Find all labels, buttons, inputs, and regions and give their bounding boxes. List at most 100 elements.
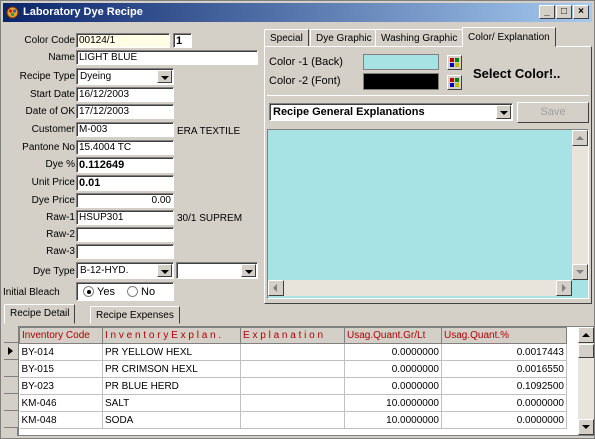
cell-usage-pct[interactable]: 0.0000000 — [441, 394, 567, 412]
cell-explanation[interactable] — [240, 411, 345, 429]
explanation-memo[interactable] — [267, 129, 589, 299]
row-selector[interactable] — [4, 411, 18, 428]
color-explanation-panel: Color -1 (Back) Color -2 (Font) Select C… — [264, 46, 592, 304]
grid-vertical-scrollbar[interactable] — [578, 327, 594, 435]
cell-usage-pct[interactable]: 0.0016550 — [441, 360, 567, 378]
scroll-right-arrow-icon[interactable] — [556, 280, 572, 296]
cell-inventory-explanation[interactable]: SALT — [102, 394, 241, 412]
date-ok-input[interactable]: 17/12/2003 — [76, 104, 174, 119]
memo-vertical-scrollbar[interactable] — [572, 130, 588, 280]
tab-recipe-detail[interactable]: Recipe Detail — [4, 304, 76, 324]
col-explanation[interactable]: E x p l a n a t i o n — [240, 327, 345, 344]
dye-pct-label: Dye % — [45, 159, 75, 170]
name-label: Name — [48, 52, 75, 63]
row-selector[interactable] — [4, 377, 18, 394]
cell-usage-grlt[interactable]: 0.0000000 — [344, 360, 442, 378]
tab-special[interactable]: Special — [264, 29, 309, 47]
cell-explanation[interactable] — [240, 377, 345, 395]
color-code-input[interactable]: 00124/1 — [76, 33, 170, 48]
table-row[interactable]: BY-023 PR BLUE HERD 0.0000000 0.1092500 — [19, 377, 567, 395]
tab-color-explanation[interactable]: Color/ Explanation — [462, 27, 556, 47]
maximize-button[interactable]: □ — [556, 5, 572, 19]
table-row[interactable]: BY-015 PR CRIMSON HEXL 0.0000000 0.00165… — [19, 360, 567, 378]
table-row[interactable]: KM-048 SODA 10.0000000 0.0000000 — [19, 411, 567, 429]
minimize-button[interactable]: _ — [539, 5, 555, 19]
col-inventory-explanation[interactable]: I n v e n t o r y E x p l a n . — [102, 327, 241, 344]
raw1-input[interactable]: HSUP301 — [76, 210, 174, 225]
start-date-input[interactable]: 16/12/2003 — [76, 87, 174, 102]
recipe-detail-table: Inventory Code I n v e n t o r y E x p l… — [19, 327, 567, 429]
scroll-thumb[interactable] — [578, 344, 594, 358]
cell-inventory-code[interactable]: BY-015 — [19, 360, 103, 378]
cell-usage-grlt[interactable]: 0.0000000 — [344, 343, 442, 361]
dye-price-input[interactable]: 0.00 — [76, 193, 174, 208]
close-button[interactable]: × — [573, 5, 589, 19]
cell-explanation[interactable] — [240, 360, 345, 378]
recipe-detail-grid: Inventory Code I n v e n t o r y E x p l… — [18, 326, 594, 436]
dye-type-select[interactable]: B-12-HYD. — [76, 262, 174, 279]
tab-washing-graphic[interactable]: Washing Graphic — [375, 29, 464, 47]
raw3-input[interactable] — [76, 244, 174, 259]
color1-swatch[interactable] — [363, 54, 439, 70]
unit-price-input[interactable]: 0.01 — [76, 175, 174, 191]
bleach-no-radio[interactable] — [127, 286, 138, 297]
memo-horizontal-scrollbar[interactable] — [268, 280, 572, 296]
cell-usage-grlt[interactable]: 10.0000000 — [344, 411, 442, 429]
cell-inventory-explanation[interactable]: PR BLUE HERD — [102, 377, 241, 395]
chevron-down-icon[interactable] — [496, 105, 511, 119]
cell-inventory-code[interactable]: BY-014 — [19, 343, 103, 361]
row-selector[interactable] — [4, 360, 18, 377]
initial-bleach-group: Yes No — [76, 282, 174, 301]
color2-label: Color -2 (Font) — [269, 75, 341, 87]
table-row[interactable]: KM-046 SALT 10.0000000 0.0000000 — [19, 394, 567, 412]
cell-usage-grlt[interactable]: 10.0000000 — [344, 394, 442, 412]
cell-inventory-code[interactable]: KM-046 — [19, 394, 103, 412]
title-bar[interactable]: Laboratory Dye Recipe _ □ × — [3, 3, 592, 22]
cell-inventory-explanation[interactable]: PR YELLOW HEXL — [102, 343, 241, 361]
chevron-down-icon[interactable] — [157, 264, 172, 277]
col-inventory-code[interactable]: Inventory Code — [19, 327, 103, 344]
bleach-yes-radio[interactable] — [83, 286, 94, 297]
dye-pct-input[interactable]: 0.112649 — [76, 157, 174, 173]
cell-usage-pct[interactable]: 0.0017443 — [441, 343, 567, 361]
save-button[interactable]: Save — [517, 102, 589, 123]
raw1-label: Raw-1 — [46, 212, 75, 223]
cell-inventory-explanation[interactable]: PR CRIMSON HEXL — [102, 360, 241, 378]
pantone-input[interactable]: 15.4004 TC — [76, 140, 174, 155]
tab-dye-graphic[interactable]: Dye Graphic — [310, 29, 378, 47]
name-input[interactable]: LIGHT BLUE — [76, 50, 258, 65]
scroll-up-arrow-icon[interactable] — [578, 327, 594, 343]
chevron-down-icon[interactable] — [157, 70, 172, 83]
col-usage-quant-grlt[interactable]: Usag.Quant.Gr/Lt — [344, 327, 442, 344]
table-row[interactable]: BY-014 PR YELLOW HEXL 0.0000000 0.001744… — [19, 343, 567, 361]
row-selector[interactable] — [4, 394, 18, 411]
color-code-suffix-input[interactable]: 1 — [173, 33, 192, 48]
pick-color1-button[interactable] — [447, 55, 462, 70]
dye-type-value: B-12-HYD. — [80, 265, 129, 276]
date-ok-label: Date of OK — [25, 106, 75, 117]
cell-usage-grlt[interactable]: 0.0000000 — [344, 377, 442, 395]
cell-usage-pct[interactable]: 0.1092500 — [441, 377, 567, 395]
customer-input[interactable]: M-003 — [76, 122, 174, 137]
scroll-down-arrow-icon[interactable] — [572, 264, 588, 280]
chevron-down-icon[interactable] — [241, 264, 256, 277]
raw2-input[interactable] — [76, 227, 174, 242]
cell-explanation[interactable] — [240, 394, 345, 412]
cell-inventory-explanation[interactable]: SODA — [102, 411, 241, 429]
recipe-type-select[interactable]: Dyeing — [76, 68, 174, 85]
pantone-label: Pantone No — [22, 142, 75, 153]
explanation-type-select[interactable]: Recipe General Explanations — [269, 103, 513, 121]
tab-recipe-expenses[interactable]: Recipe Expenses — [90, 306, 180, 324]
dye-type-secondary-select[interactable] — [176, 262, 258, 279]
scroll-left-arrow-icon[interactable] — [268, 280, 284, 296]
pick-color2-button[interactable] — [447, 75, 462, 90]
cell-usage-pct[interactable]: 0.0000000 — [441, 411, 567, 429]
scroll-up-arrow-icon[interactable] — [572, 130, 588, 146]
color2-swatch[interactable] — [363, 73, 439, 90]
current-row-arrow-icon[interactable] — [4, 343, 18, 360]
cell-inventory-code[interactable]: KM-048 — [19, 411, 103, 429]
cell-explanation[interactable] — [240, 343, 345, 361]
cell-inventory-code[interactable]: BY-023 — [19, 377, 103, 395]
scroll-down-arrow-icon[interactable] — [578, 419, 594, 435]
col-usage-quant-pct[interactable]: Usag.Quant.% — [441, 327, 567, 344]
